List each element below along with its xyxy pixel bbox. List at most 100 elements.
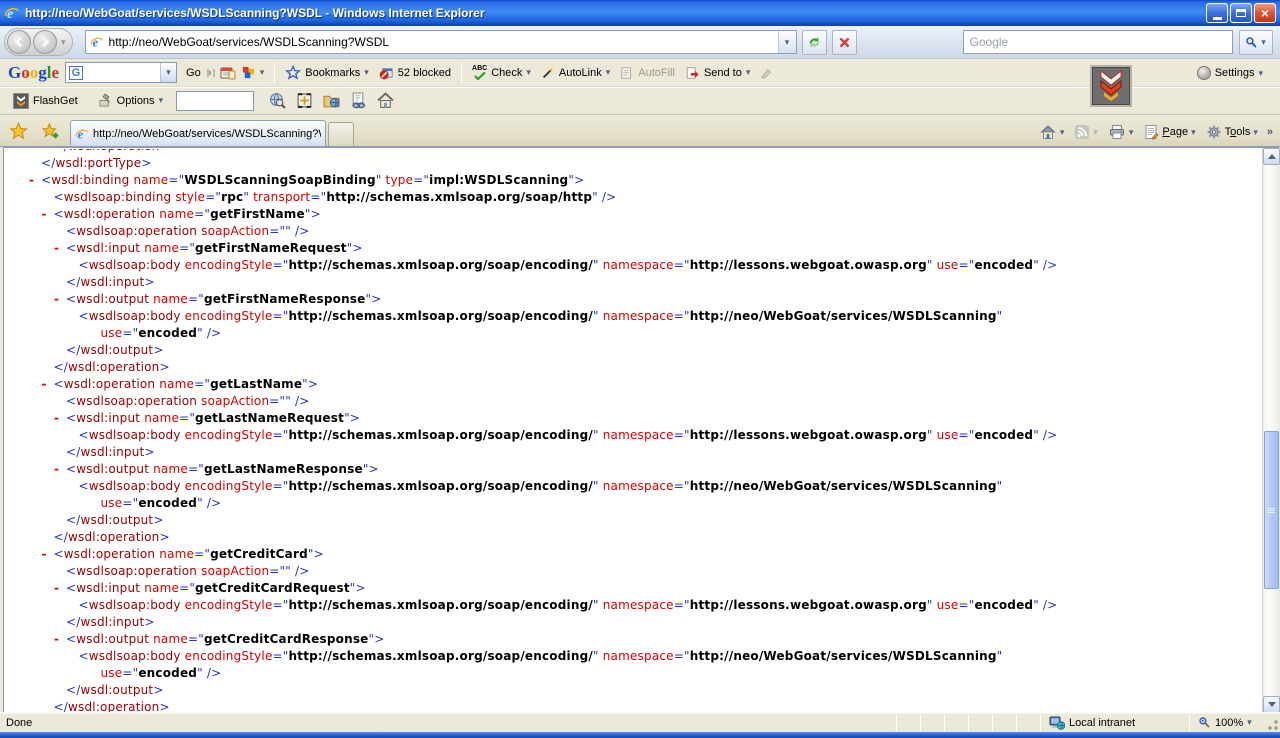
search-box[interactable]: Google	[963, 30, 1233, 54]
status-bar: Done Local intranet 100% ▾	[0, 712, 1280, 732]
print-button[interactable]: ▾	[1104, 121, 1138, 143]
collapse-toggle[interactable]: -	[54, 291, 59, 308]
xml-line: <wsdlsoap:operation soapAction="" />	[4, 393, 1262, 410]
flashget-dropzone[interactable]	[1090, 65, 1132, 107]
google-toolbar: Google G ▾ Go ▾ Bookmarks ▾	[0, 59, 1280, 87]
local-intranet-icon	[1049, 716, 1065, 730]
zoom-level: 100%	[1215, 717, 1243, 729]
resize-grip[interactable]	[1265, 717, 1279, 731]
collapse-toggle[interactable]: -	[54, 580, 59, 597]
printer-icon	[1108, 124, 1126, 140]
flashget-search-input[interactable]	[176, 91, 254, 111]
add-favorite-button[interactable]	[38, 119, 62, 143]
refresh-button[interactable]	[802, 30, 827, 55]
xml-line: </wsdl:output>	[4, 512, 1262, 529]
command-overflow-chevron[interactable]: »	[1267, 126, 1273, 138]
flashget-home-button[interactable]	[372, 89, 399, 112]
xml-line: -<wsdl:input name="getFirstNameRequest">	[4, 240, 1262, 257]
search-options-dropdown[interactable]: ▾	[1261, 37, 1266, 48]
google-go-button[interactable]: Go	[181, 64, 206, 82]
minimize-button[interactable]	[1206, 3, 1228, 23]
xml-line: use="encoded" />	[4, 665, 1262, 682]
stop-button[interactable]	[832, 30, 857, 55]
spellcheck-abc-icon: ABC	[472, 65, 487, 80]
scrollbar-thumb[interactable]	[1264, 431, 1279, 589]
xml-document: </wsdl:operation></wsdl:portType>-<wsdl:…	[4, 148, 1262, 712]
xml-line: </wsdl:input>	[4, 274, 1262, 291]
flashget-button[interactable]: FlashGet	[8, 90, 83, 112]
back-button[interactable]	[7, 30, 31, 54]
google-search-dropdown[interactable]: ▾	[160, 63, 176, 82]
tab-bar: e http://neo/WebGoat/services/WSDLScanni…	[0, 115, 1280, 147]
autofill-button[interactable]: AutoFill	[615, 63, 680, 83]
flashget-download-link-button[interactable]	[345, 89, 372, 112]
xml-line: -<wsdl:output name="getLastNameResponse"…	[4, 461, 1262, 478]
send-to-button[interactable]: Send to ▾	[680, 63, 755, 83]
collapse-toggle[interactable]: -	[54, 240, 59, 257]
url-field[interactable]: e http://neo/WebGoat/services/WSDLScanni…	[85, 30, 797, 54]
google-sitesearch-button[interactable]: ▾	[236, 62, 270, 83]
recent-pages-dropdown[interactable]: ▾	[61, 37, 66, 48]
popup-blocked-icon	[379, 65, 394, 80]
google-g-icon: G	[69, 66, 83, 80]
highlighter-icon[interactable]	[759, 66, 773, 80]
favorites-center-button[interactable]	[6, 119, 30, 143]
new-tab-button[interactable]	[328, 122, 354, 146]
autolink-button[interactable]: AutoLink ▾	[536, 63, 615, 83]
window-bottom-border	[0, 732, 1280, 738]
collapse-toggle[interactable]: -	[29, 172, 34, 189]
popup-blocker-button[interactable]: 52 blocked	[374, 62, 456, 83]
collapse-toggle[interactable]: -	[42, 206, 47, 223]
autofill-icon	[620, 66, 634, 80]
tools-menu-button[interactable]: Tools ▾	[1202, 121, 1262, 143]
xml-line: -<wsdl:input name="getLastNameRequest">	[4, 410, 1262, 427]
title-bar: e http://neo/WebGoat/services/WSDLScanni…	[0, 0, 1280, 26]
tab-favicon-ie-icon: e	[75, 127, 89, 141]
collapse-toggle[interactable]: -	[42, 376, 47, 393]
google-search-combo[interactable]: G ▾	[65, 62, 177, 83]
xml-line: use="encoded" />	[4, 495, 1262, 512]
bookmarks-button[interactable]: Bookmarks ▾	[280, 62, 374, 83]
autolink-wand-icon	[541, 66, 555, 80]
flashget-site-explorer-button[interactable]	[318, 89, 345, 112]
scroll-up-button[interactable]	[1263, 148, 1280, 165]
url-text[interactable]: http://neo/WebGoat/services/WSDLScanning…	[109, 35, 778, 49]
xml-line: </wsdl:output>	[4, 682, 1262, 699]
home-icon	[1039, 124, 1057, 140]
spellcheck-button[interactable]: ABC Check ▾	[467, 62, 536, 83]
google-settings-button[interactable]: Settings ▾	[1192, 63, 1268, 83]
tab-title: http://neo/WebGoat/services/WSDLScanning…	[93, 128, 321, 140]
xml-line: <wsdlsoap:operation soapAction="" />	[4, 223, 1262, 240]
bookmarks-star-icon	[285, 65, 301, 80]
page-menu-button[interactable]: Page ▾	[1139, 121, 1199, 143]
toolbar-separator	[274, 63, 275, 83]
flashget-search-button[interactable]	[264, 89, 291, 112]
security-zone: Local intranet	[1041, 713, 1189, 732]
search-button[interactable]: ▾	[1239, 30, 1273, 55]
xml-line: use="encoded" />	[4, 325, 1262, 342]
collapse-toggle[interactable]: -	[54, 631, 59, 648]
flashget-options-button[interactable]: Options ▾	[93, 90, 168, 111]
link-page-icon	[350, 92, 367, 109]
feeds-button[interactable]: ▾	[1070, 121, 1102, 143]
scroll-down-arrow-icon	[1268, 702, 1276, 707]
browser-window: e http://neo/WebGoat/services/WSDLScanni…	[0, 0, 1280, 738]
xml-line: <wsdlsoap:operation soapAction="" />	[4, 563, 1262, 580]
xml-line: </wsdl:operation>	[4, 529, 1262, 546]
google-logo: Google	[8, 63, 59, 83]
flashget-capture-button[interactable]	[291, 89, 318, 112]
close-button[interactable]: ×	[1254, 3, 1276, 23]
tab-active[interactable]: e http://neo/WebGoat/services/WSDLScanni…	[70, 120, 326, 146]
search-placeholder: Google	[970, 35, 1009, 49]
collapse-toggle[interactable]: -	[54, 410, 59, 427]
url-history-dropdown[interactable]: ▾	[778, 31, 796, 53]
forward-button[interactable]	[33, 30, 57, 54]
news-icon[interactable]	[220, 66, 236, 80]
vertical-scrollbar[interactable]	[1262, 148, 1279, 713]
collapse-toggle[interactable]: -	[42, 546, 47, 563]
collapse-toggle[interactable]: -	[54, 461, 59, 478]
tools-menu-label: Tools	[1225, 126, 1251, 138]
scroll-down-button[interactable]	[1263, 696, 1280, 713]
home-button[interactable]: ▾	[1035, 121, 1069, 143]
maximize-button[interactable]	[1230, 3, 1252, 23]
